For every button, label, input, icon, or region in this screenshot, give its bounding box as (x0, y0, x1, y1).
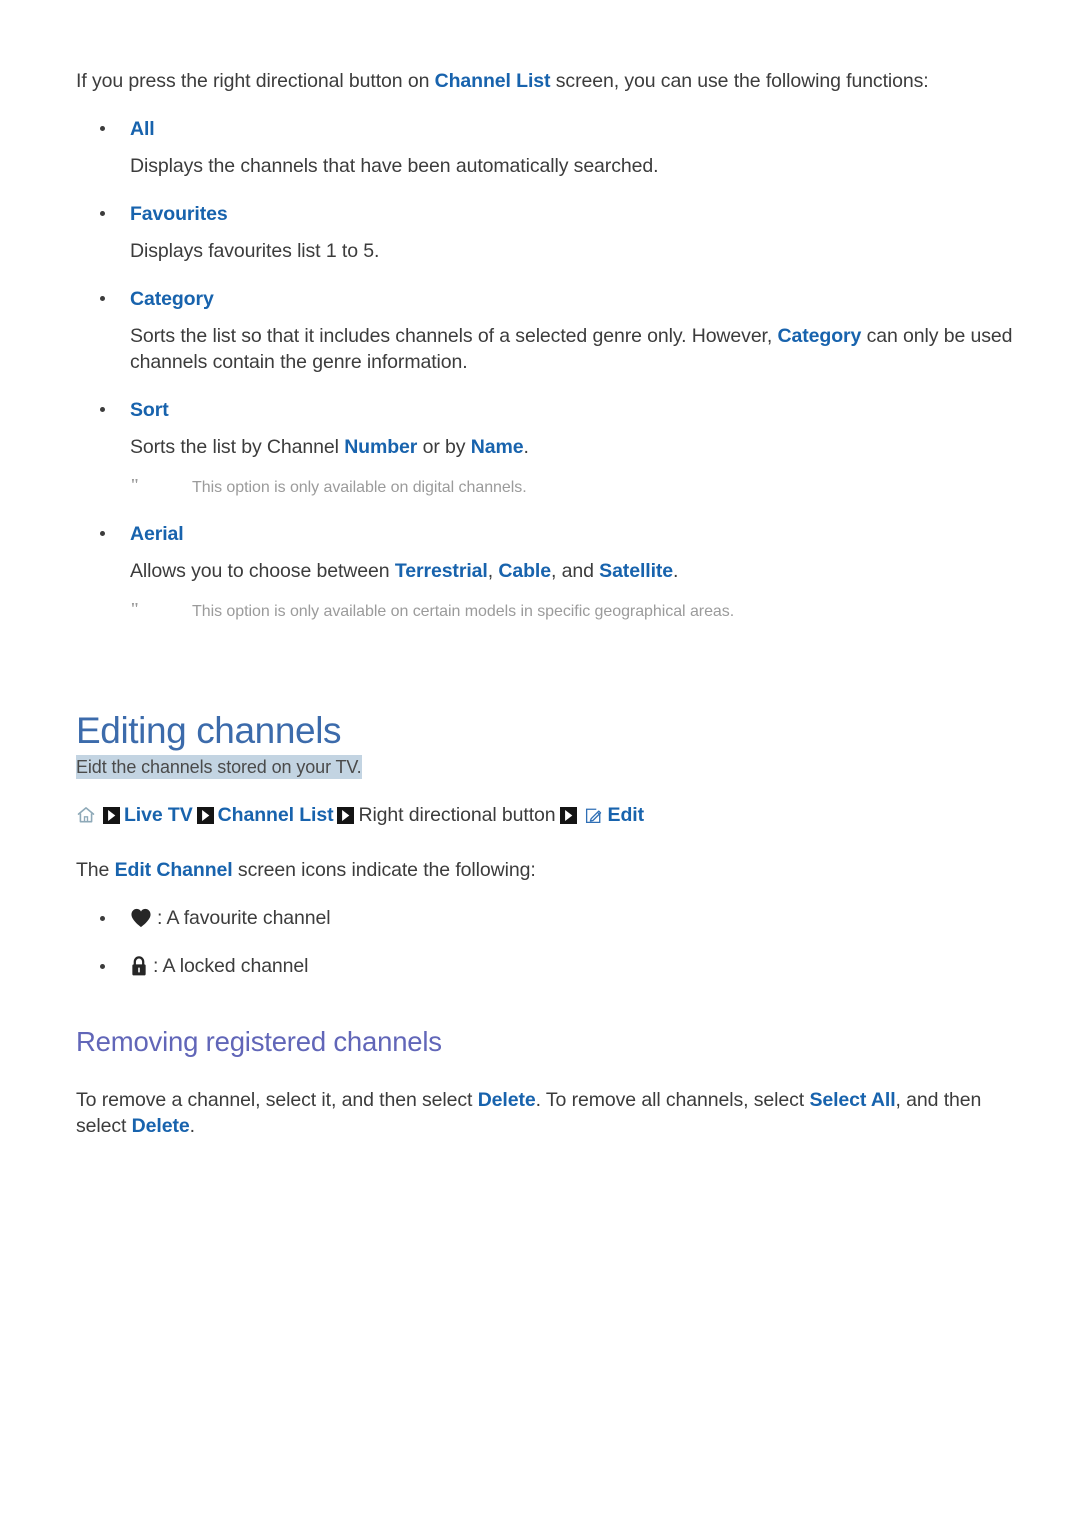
option-description: Sorts the list so that it includes chann… (130, 323, 1018, 375)
option-description-text-2: , (487, 560, 499, 582)
breadcrumb-item-channel-list[interactable]: Channel List (218, 801, 334, 829)
option-description-text-4: , and (550, 560, 600, 582)
option-note-text: This option is only available on digital… (192, 479, 527, 496)
icons-intro-before: The (76, 859, 115, 881)
removing-body-text-0: To remove a channel, select it, and then… (76, 1089, 478, 1111)
option-title: Favourites (130, 203, 228, 225)
option-title: Sort (130, 399, 169, 421)
note-quote-mark-icon: " (130, 475, 140, 494)
intro-text-before: If you press the right directional butto… (76, 70, 435, 92)
edit-pencil-icon (585, 806, 603, 824)
option-description-keyword-5: Satellite (599, 560, 674, 582)
option-description-keyword-3: Name (470, 436, 524, 458)
option-title: All (130, 118, 155, 140)
option-description: Displays the channels that have been aut… (130, 153, 1018, 179)
option-description-text-6: . (673, 560, 679, 582)
option-description-text-2: or by (417, 436, 471, 458)
lock-icon (130, 955, 148, 977)
intro-paragraph: If you press the right directional butto… (76, 68, 1018, 94)
icons-intro-after: screen icons indicate the following: (232, 859, 536, 881)
option-description: Sorts the list by Channel Number or by N… (130, 434, 1018, 460)
option-description-keyword-3: Cable (498, 560, 551, 582)
chevron-right-icon (559, 806, 577, 824)
edit-channel-icons-intro: The Edit Channel screen icons indicate t… (76, 857, 1018, 883)
removing-body-text-6: . (189, 1115, 195, 1137)
option-item: Favourites Displays favourites list 1 to … (76, 201, 1018, 264)
removing-body-text-2: . To remove all channels, select (535, 1089, 810, 1111)
option-description-text-0: Displays the channels that have been aut… (130, 155, 659, 177)
removing-body-keyword-5: Delete (131, 1115, 190, 1137)
removing-body-keyword-1: Delete (477, 1089, 536, 1111)
option-description-text-0: Sorts the list by Channel (130, 436, 345, 458)
option-description-text-4: . (523, 436, 529, 458)
heart-icon (130, 908, 152, 928)
removing-body-keyword-3: Select All (809, 1089, 896, 1111)
page-heading-editing-channels: Editing channels (76, 710, 342, 751)
option-item: Sort Sorts the list by Channel Number or … (76, 397, 1018, 499)
option-description: Displays favourites list 1 to 5. (130, 238, 1018, 264)
option-item: Aerial Allows you to choose between Terre… (76, 521, 1018, 623)
option-description-keyword-1: Category (777, 325, 862, 347)
removing-body-paragraph: To remove a channel, select it, and then… (76, 1087, 1018, 1139)
option-item: All Displays the channels that have been … (76, 116, 1018, 179)
option-note: " This option is only available on digita… (130, 475, 1018, 499)
breadcrumb-item-right-directional-button: Right directional button (358, 804, 556, 826)
option-description-keyword-1: Number (344, 436, 418, 458)
option-description-text-0: Sorts the list so that it includes chann… (130, 325, 778, 347)
home-icon (76, 805, 96, 825)
legend-item-locked: : A locked channel (76, 953, 1018, 979)
intro-keyword-channel-list: Channel List (434, 70, 551, 92)
option-description-keyword-1: Terrestrial (394, 560, 488, 582)
option-item: Category Sorts the list so that it includ… (76, 286, 1018, 375)
option-description-text-0: Allows you to choose between (130, 560, 395, 582)
chevron-right-icon (103, 806, 120, 824)
option-description-text-0: Displays favourites list 1 to 5. (130, 240, 380, 262)
legend-item-favourite: : A favourite channel (76, 905, 1018, 931)
breadcrumb: Live TV Channel List Right directional b… (76, 801, 1018, 829)
legend-label-locked: : A locked channel (153, 955, 309, 977)
section-heading-removing-registered-channels: Removing registered channels (76, 1026, 442, 1057)
option-title: Aerial (130, 523, 184, 545)
breadcrumb-item-live-tv[interactable]: Live TV (124, 801, 193, 829)
breadcrumb-item-edit[interactable]: Edit (608, 801, 645, 829)
document-page: If you press the right directional butto… (0, 0, 1080, 1527)
chevron-right-icon (337, 806, 355, 824)
options-list: All Displays the channels that have been … (76, 116, 1018, 623)
intro-text-after: screen, you can use the following functi… (550, 70, 929, 92)
option-title: Category (130, 288, 214, 310)
icons-intro-keyword-edit-channel: Edit Channel (114, 859, 233, 881)
chevron-right-icon (196, 806, 214, 824)
option-description: Allows you to choose between Terrestrial… (130, 558, 1018, 584)
option-note-text: This option is only available on certain… (192, 603, 735, 620)
option-note: " This option is only available on certai… (130, 599, 1018, 623)
legend-label-favourite: : A favourite channel (157, 907, 331, 929)
subheading-row: Eidt the channels stored on your TV. (76, 753, 1018, 779)
note-quote-mark-icon: " (130, 599, 140, 618)
subheading-highlighted: Eidt the channels stored on your TV. (76, 755, 362, 779)
